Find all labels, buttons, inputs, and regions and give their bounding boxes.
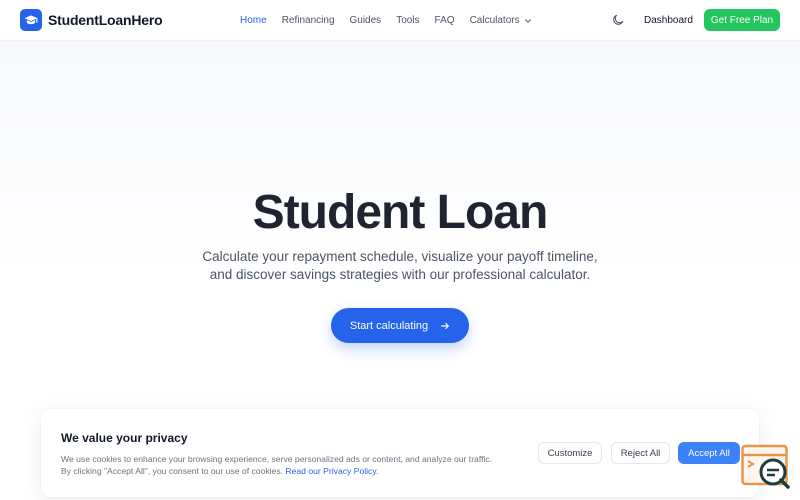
reject-all-button[interactable]: Reject All bbox=[611, 442, 670, 464]
cookie-text-line2: By clicking "Accept All", you consent to… bbox=[61, 466, 284, 476]
nav-link-home[interactable]: Home bbox=[240, 15, 267, 26]
cookie-text-line1: We use cookies to enhance your browsing … bbox=[61, 454, 493, 464]
nav-link-faq[interactable]: FAQ bbox=[435, 15, 455, 26]
calculators-label: Calculators bbox=[469, 15, 520, 26]
graduation-cap-icon bbox=[20, 9, 42, 31]
start-calculating-button[interactable]: Start calculating bbox=[331, 308, 469, 343]
top-navbar: StudentLoanHero Home Refinancing Guides … bbox=[0, 0, 800, 41]
brand[interactable]: StudentLoanHero bbox=[20, 9, 163, 31]
brand-name: StudentLoanHero bbox=[48, 12, 163, 28]
get-free-plan-button[interactable]: Get Free Plan bbox=[704, 9, 780, 31]
nav-link-calculators[interactable]: Calculators bbox=[470, 15, 532, 26]
chat-search-icon[interactable] bbox=[741, 444, 791, 490]
moon-icon[interactable] bbox=[611, 13, 625, 27]
chevron-down-icon bbox=[524, 18, 531, 23]
cookie-text: We use cookies to enhance your browsing … bbox=[61, 453, 531, 477]
cookie-banner: We value your privacy We use cookies to … bbox=[41, 409, 759, 497]
hero-title: Student Loan bbox=[252, 186, 549, 239]
hero-subtitle: Calculate your repayment schedule, visua… bbox=[202, 249, 598, 282]
privacy-policy-link[interactable]: Read our Privacy Policy. bbox=[285, 466, 378, 476]
cookie-title: We value your privacy bbox=[61, 431, 188, 445]
nav-link-guides[interactable]: Guides bbox=[350, 15, 382, 26]
accept-all-button[interactable]: Accept All bbox=[678, 442, 740, 464]
nav-links: Home Refinancing Guides Tools FAQ Calcul… bbox=[240, 0, 547, 41]
arrow-right-icon bbox=[440, 321, 450, 331]
nav-link-refinancing[interactable]: Refinancing bbox=[282, 15, 335, 26]
dashboard-link[interactable]: Dashboard bbox=[644, 15, 693, 26]
nav-link-tools[interactable]: Tools bbox=[396, 15, 419, 26]
customize-button[interactable]: Customize bbox=[538, 442, 602, 464]
start-calculating-label: Start calculating bbox=[349, 319, 429, 332]
